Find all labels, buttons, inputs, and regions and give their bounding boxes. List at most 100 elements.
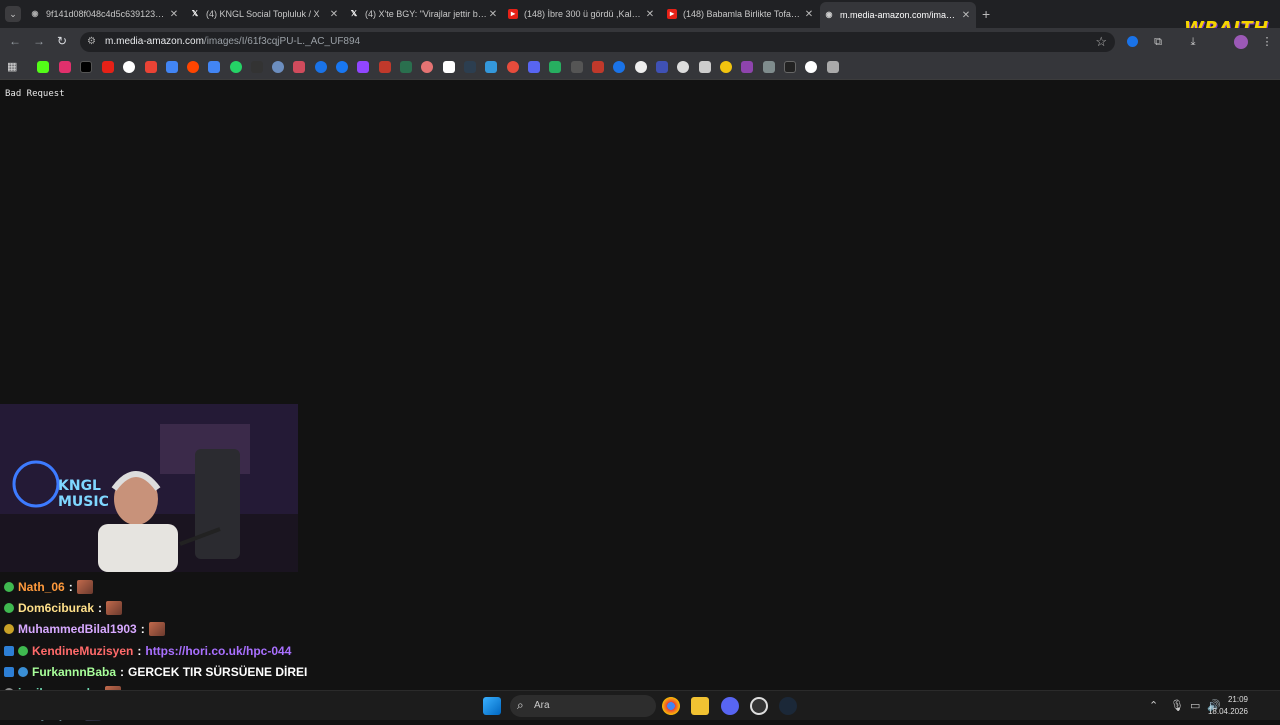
reload-icon[interactable]: ↻ <box>57 34 67 48</box>
tab-title: 9f141d08f048c4d5c639123146 <box>46 9 168 19</box>
close-icon[interactable]: ✕ <box>328 9 340 20</box>
bookmark-icon[interactable] <box>720 61 732 73</box>
sub-badge-icon <box>4 602 14 613</box>
extensions-puzzle-icon[interactable]: ⧉ <box>1151 35 1165 49</box>
chat-username: KendineMuzisyen <box>32 643 134 658</box>
reddit-icon[interactable] <box>187 61 199 73</box>
tab-title: (4) X'te BGY: "Virajlar jettir baba <box>365 9 487 19</box>
taskbar-search[interactable]: ⌕ Ara <box>510 695 656 717</box>
chevron-up-icon[interactable]: ⌃ <box>1149 699 1158 712</box>
tab-title: (148) Babamla Birlikte Tofaş Gö <box>683 9 803 19</box>
bookmark-icon[interactable] <box>464 61 476 73</box>
bookmark-icon[interactable] <box>251 61 263 73</box>
steam-icon[interactable] <box>779 697 797 715</box>
browser-tab-active[interactable]: ◉ m.media-amazon.com/images/ ✕ <box>820 2 976 28</box>
chat-separator: : <box>120 664 125 679</box>
tab-title: (4) KNGL Social Topluluk / X <box>206 9 320 19</box>
chat-separator: : <box>140 622 145 637</box>
x-logo-icon[interactable] <box>80 61 92 73</box>
google-icon[interactable] <box>123 61 135 73</box>
chrome-icon[interactable] <box>662 697 680 715</box>
chat-message: Nath_06 : <box>4 576 304 597</box>
bookmark-icon[interactable] <box>293 61 305 73</box>
menu-dots-icon[interactable]: ⋮ <box>1260 35 1274 49</box>
browser-toolbar: ← → ↻ ⚙ m.media-amazon.com/images/I/61f3… <box>0 28 1280 56</box>
app-icon[interactable] <box>750 697 768 715</box>
facebook-icon[interactable] <box>336 61 348 73</box>
address-bar[interactable]: ⚙ m.media-amazon.com/images/I/61f3cqjPU-… <box>80 32 1115 52</box>
kick-icon[interactable] <box>37 61 49 73</box>
close-icon[interactable]: ✕ <box>487 9 499 20</box>
chat-username: Dom6ciburak <box>18 600 95 615</box>
bookmark-icon[interactable] <box>827 61 839 73</box>
windows-taskbar: ⌕ Ara ⌃ 🎙 ▭ 🔊 21:09 18.04.2026 <box>0 690 1280 720</box>
bookmark-icon[interactable] <box>421 61 433 73</box>
bookmark-icon[interactable] <box>805 61 817 73</box>
sub-badge-icon <box>4 624 14 635</box>
globe-icon: ◉ <box>31 9 39 18</box>
new-tab-button[interactable]: + <box>982 6 990 22</box>
bookmark-icon[interactable] <box>549 61 561 73</box>
bookmark-icon[interactable] <box>613 61 625 73</box>
browser-tab[interactable]: 𝕏 (4) X'te BGY: "Virajlar jettir baba ✕ <box>349 4 499 24</box>
file-explorer-icon[interactable] <box>691 697 709 715</box>
bookmark-icon[interactable] <box>443 61 455 73</box>
browser-tab[interactable]: ◉ 9f141d08f048c4d5c639123146 ✕ <box>30 4 180 24</box>
extension-icon[interactable] <box>1127 36 1138 47</box>
youtube-icon: ▸ <box>667 9 677 19</box>
close-icon[interactable]: ✕ <box>960 10 972 21</box>
emote-icon <box>76 579 93 594</box>
browser-tab[interactable]: 𝕏 (4) KNGL Social Topluluk / X ✕ <box>190 4 340 24</box>
gmail-icon[interactable] <box>145 61 157 73</box>
chat-separator: : <box>68 579 73 594</box>
bookmark-icon[interactable] <box>315 61 327 73</box>
bookmark-icon[interactable] <box>784 61 796 73</box>
youtube-icon[interactable] <box>102 61 114 73</box>
bookmark-icon[interactable] <box>507 61 519 73</box>
close-icon[interactable]: ✕ <box>803 9 815 20</box>
start-windows-icon[interactable] <box>483 697 501 715</box>
taskbar-clock[interactable]: 21:09 18.04.2026 <box>1208 694 1248 718</box>
browser-tab[interactable]: ▸ (148) Babamla Birlikte Tofaş Gö ✕ <box>667 4 815 24</box>
profile-avatar-icon[interactable] <box>1234 35 1248 49</box>
twitch-icon[interactable] <box>357 61 369 73</box>
bookmark-icon[interactable] <box>571 61 583 73</box>
apps-grid-icon[interactable]: ▦ <box>7 61 19 73</box>
bookmark-icon[interactable] <box>741 61 753 73</box>
bookmark-icon[interactable] <box>528 61 540 73</box>
chat-link[interactable]: https://hori.co.uk/hpc-044 <box>145 644 291 658</box>
chat-text: GERCEK TIR SÜRSÜENE DİREI <box>128 664 308 679</box>
forward-arrow-icon[interactable]: → <box>33 34 45 48</box>
bookmark-star-icon[interactable]: ☆ <box>1095 34 1107 50</box>
back-arrow-icon[interactable]: ← <box>9 34 21 48</box>
bookmark-icon[interactable] <box>400 61 412 73</box>
globe-icon: ◉ <box>825 10 833 19</box>
bookmark-icon[interactable] <box>656 61 668 73</box>
drive-icon[interactable] <box>166 61 178 73</box>
bookmark-icon[interactable] <box>635 61 647 73</box>
bookmark-icon[interactable] <box>677 61 689 73</box>
bookmark-icon[interactable] <box>763 61 775 73</box>
instagram-icon[interactable] <box>59 61 71 73</box>
bookmark-icon[interactable] <box>485 61 497 73</box>
network-icon[interactable]: ▭ <box>1190 699 1200 712</box>
error-message: Bad Request <box>5 89 65 99</box>
chat-username: Nath_06 <box>18 579 65 594</box>
discord-icon[interactable] <box>721 697 739 715</box>
download-icon[interactable]: ⤓ <box>1186 35 1200 49</box>
chat-separator: : <box>137 643 142 658</box>
close-icon[interactable]: ✕ <box>644 9 656 20</box>
url-text[interactable]: m.media-amazon.com/images/I/61f3cqjPU-L.… <box>105 36 360 47</box>
whatsapp-icon[interactable] <box>230 61 242 73</box>
bookmark-icon[interactable] <box>379 61 391 73</box>
browser-tab[interactable]: ▸ (148) İbre 300 ü gördü ,Kalp At ✕ <box>508 4 656 24</box>
site-info-icon[interactable]: ⚙ <box>87 36 99 48</box>
tab-search-button[interactable]: ⌄ <box>5 6 21 22</box>
microphone-icon[interactable]: 🎙 <box>1170 699 1184 712</box>
bookmark-icon[interactable] <box>699 61 711 73</box>
close-icon[interactable]: ✕ <box>168 9 180 20</box>
clock-date: 18.04.2026 <box>1207 707 1248 716</box>
translate-icon[interactable] <box>208 61 220 73</box>
bookmark-icon[interactable] <box>272 61 284 73</box>
bookmark-icon[interactable] <box>592 61 604 73</box>
